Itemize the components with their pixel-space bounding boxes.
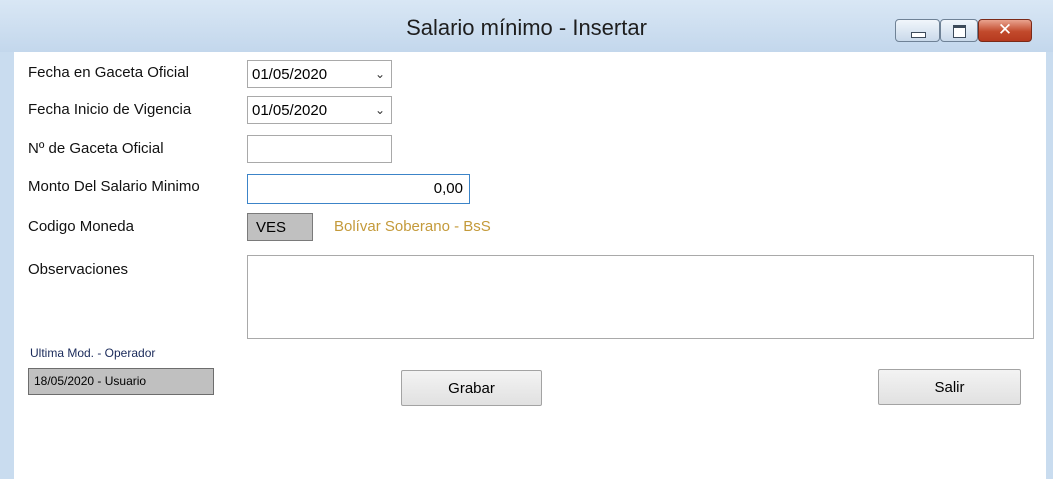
close-icon: ✕ — [997, 20, 1013, 40]
exit-button[interactable]: Salir — [878, 369, 1021, 405]
fecha-inicio-value: 01/05/2020 — [252, 102, 328, 119]
minimize-button[interactable] — [895, 19, 940, 42]
fecha-gaceta-label: Fecha en Gaceta Oficial — [28, 64, 189, 81]
fecha-gaceta-datepicker[interactable]: 01/05/2020 ⌄ — [247, 60, 392, 88]
monto-label: Monto Del Salario Minimo — [28, 178, 200, 195]
save-button[interactable]: Grabar — [401, 370, 542, 406]
fecha-gaceta-value: 01/05/2020 — [252, 66, 328, 83]
maximize-icon — [953, 25, 966, 38]
monto-value: 0,00 — [433, 180, 463, 197]
moneda-code-field[interactable]: VES — [247, 213, 313, 241]
minimize-icon — [911, 32, 926, 38]
chevron-down-icon[interactable]: ⌄ — [375, 67, 385, 81]
observaciones-label: Observaciones — [28, 261, 129, 278]
last-mod-value: 18/05/2020 - Usuario — [34, 374, 147, 388]
form-area: Fecha en Gaceta Oficial 01/05/2020 ⌄ Fec… — [14, 52, 1046, 479]
save-button-label: Grabar — [448, 380, 495, 397]
moneda-description: Bolívar Soberano - BsS — [334, 218, 491, 235]
close-button[interactable]: ✕ — [978, 19, 1032, 42]
moneda-label: Codigo Moneda — [28, 218, 134, 235]
observaciones-textarea[interactable] — [247, 255, 1034, 339]
moneda-code-value: VES — [256, 219, 287, 236]
fecha-inicio-datepicker[interactable]: 01/05/2020 ⌄ — [247, 96, 392, 124]
maximize-button[interactable] — [940, 19, 978, 42]
last-mod-label: Ultima Mod. - Operador — [30, 346, 156, 360]
monto-input[interactable]: 0,00 — [247, 174, 470, 204]
chevron-down-icon[interactable]: ⌄ — [375, 103, 385, 117]
title-bar[interactable]: Salario mínimo - Insertar ✕ — [0, 0, 1053, 52]
fecha-inicio-label: Fecha Inicio de Vigencia — [28, 101, 192, 118]
num-gaceta-input[interactable] — [247, 135, 392, 163]
exit-button-label: Salir — [934, 379, 965, 396]
app-window: Salario mínimo - Insertar ✕ Fecha en Gac… — [0, 0, 1053, 479]
last-mod-field: 18/05/2020 - Usuario — [28, 368, 214, 395]
num-gaceta-label: Nº de Gaceta Oficial — [28, 140, 164, 157]
